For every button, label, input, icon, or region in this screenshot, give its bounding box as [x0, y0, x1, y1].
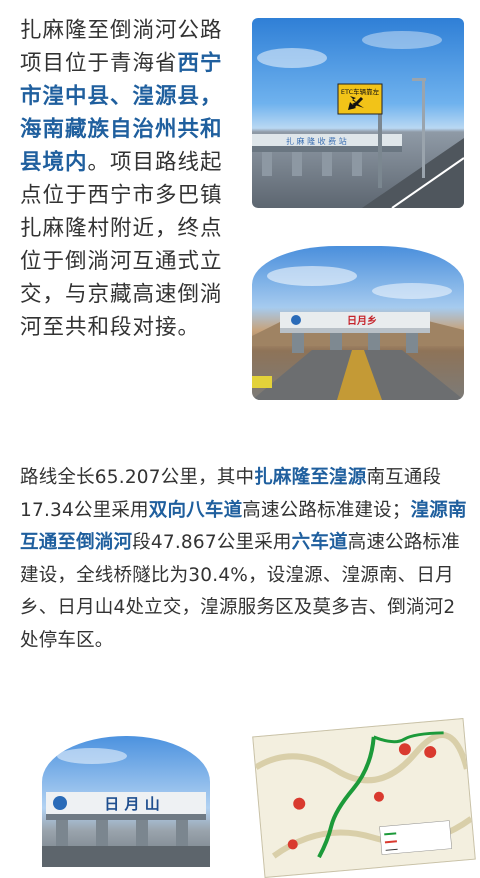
intro-run: 。项目路线起点位于西宁市多巴镇扎麻隆村附近，终点位于倒淌河互通式立交，与京藏高速… — [20, 150, 223, 340]
etc-sign-text: ETC车辆靠左 — [341, 87, 380, 96]
details-paragraph: 路线全长65.207公里，其中扎麻隆至湟源南互通段17.34公里采用双向八车道高… — [20, 462, 470, 658]
details-run: 段47.867公里采用 — [132, 532, 292, 554]
details-run: 路线全长65.207公里，其中 — [20, 467, 255, 488]
details-run: 高速公路标准建设； — [242, 499, 411, 521]
etc-toll-station-photo: 扎 麻 隆 收 费 站 ETC车辆靠左 — [252, 18, 464, 208]
svg-text:扎 麻 隆 收 费 站: 扎 麻 隆 收 费 站 — [286, 136, 347, 146]
details-run: 扎麻隆至湟源 — [254, 467, 367, 488]
details-run: 双向八车道 — [148, 499, 243, 521]
route-map — [252, 718, 476, 878]
riyue-sign-text: 日月乡 — [347, 314, 377, 327]
riyueshan-toll-station-photo: 日 月 山 — [42, 736, 210, 867]
riyueshan-sign-text: 日 月 山 — [104, 795, 159, 813]
riyue-toll-station-photo: 日月乡 — [252, 246, 464, 400]
intro-paragraph: 扎麻隆至倒淌河公路项目位于青海省西宁市湟中县、湟源县，海南藏族自治州共和县境内。… — [20, 14, 240, 344]
details-run: 六车道 — [291, 532, 348, 554]
